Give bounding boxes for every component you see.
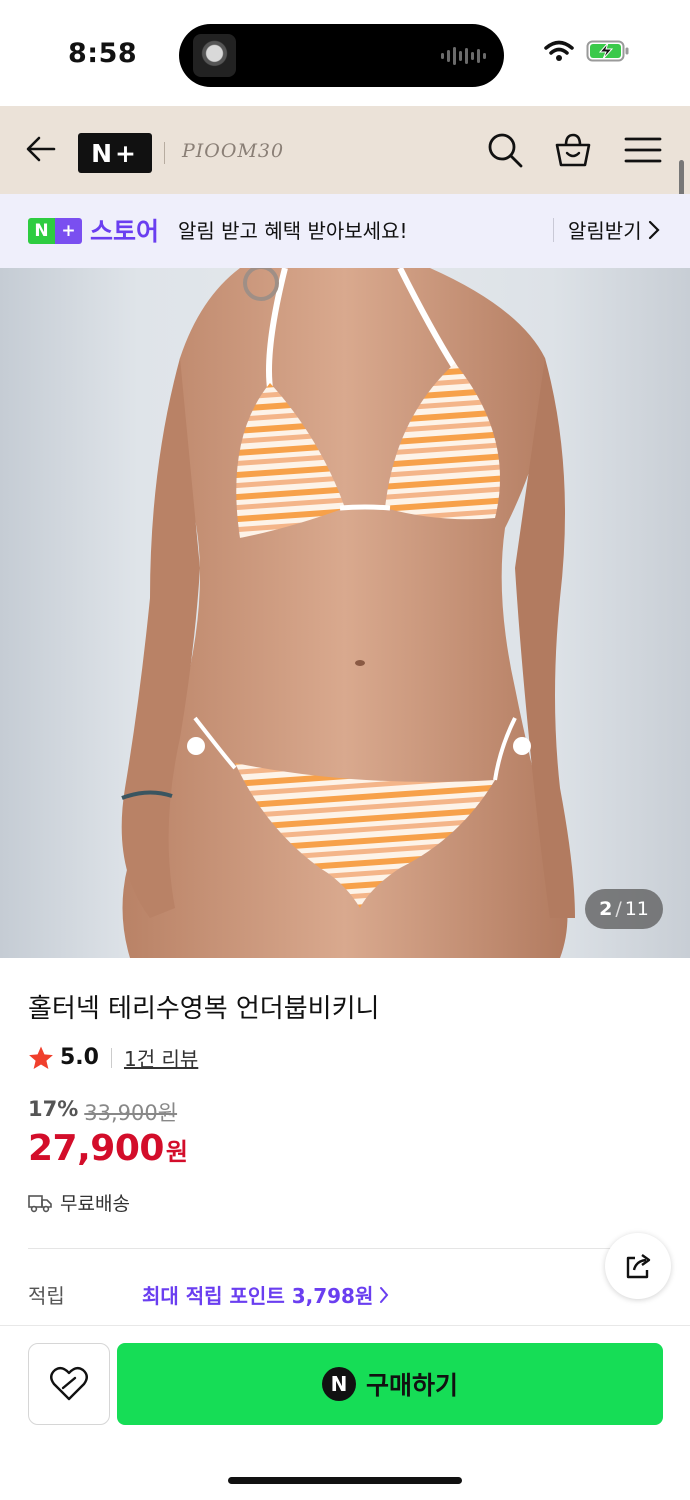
star-icon [29,1046,53,1069]
share-icon [626,1254,651,1279]
rating-divider [110,1047,112,1068]
wishlist-button[interactable] [28,1343,110,1425]
points-row[interactable]: 적립 최대 적립 포인트 3,798원 [28,1280,389,1309]
truck-icon [28,1194,52,1212]
battery-charging-icon [586,40,629,62]
share-button[interactable] [605,1233,671,1299]
status-icons [544,40,630,62]
promo-message: 알림 받고 혜택 받아보세요! [178,219,408,243]
chevron-right-icon [380,1286,389,1303]
original-price: 33,900원 [84,1101,178,1125]
hamburger-menu-icon[interactable] [624,131,662,169]
promo-store-label: 스토어 [90,217,160,246]
image-counter: 2/11 [585,889,663,929]
review-count-link[interactable]: 1건 리뷰 [124,1043,198,1072]
audio-waveform-icon [441,46,486,66]
product-photo [121,268,575,958]
section-divider [28,1248,662,1249]
status-bar: 8:58 [0,0,690,106]
badge-plus: + [55,218,82,244]
badge-n: N [28,218,55,244]
heart-icon [50,1366,88,1401]
price-unit: 원 [165,1138,189,1166]
shipping-label: 무료배송 [60,1193,130,1215]
bottom-action-bar: N 구매하기 [0,1325,690,1500]
promo-divider [553,218,554,242]
max-points-value: 최대 적립 포인트 3,798원 [142,1284,374,1308]
wifi-icon [544,40,574,61]
naver-pay-icon: N [321,1367,356,1401]
chevron-right-icon [648,220,660,239]
shipping-info: 무료배송 [28,1189,130,1216]
subscribe-alert-label: 알림받기 [568,219,642,243]
sale-price: 27,900 [28,1128,164,1169]
shopping-bag-icon[interactable] [554,131,592,169]
now-playing-artwork [193,34,236,77]
notification-banner[interactable]: N + 스토어 알림 받고 혜택 받아보세요! 알림받기 [0,194,690,268]
rating-row: 5.0 1건 리뷰 [28,1043,198,1072]
buy-button[interactable]: N 구매하기 [117,1343,663,1425]
home-indicator[interactable] [228,1477,462,1484]
discount-rate: 17% [28,1097,79,1121]
rating-value: 5.0 [60,1045,99,1070]
sale-price-row: 27,900 원 [28,1128,188,1169]
discount-row: 17% 33,900원 [28,1097,177,1127]
product-title: 홀터넥 테리수영복 언더붑비키니 [28,994,380,1024]
app-header: N+ PIOOM30 [0,106,690,194]
status-time: 8:58 [68,38,138,69]
points-label: 적립 [28,1284,65,1308]
n-plus-badge: N + [28,218,82,244]
product-image-carousel[interactable]: 2/11 [0,268,690,958]
back-arrow-icon[interactable] [24,132,58,166]
n-plus-logo[interactable]: N+ [78,133,152,173]
header-divider [164,142,165,164]
search-icon[interactable] [486,131,524,169]
buy-button-label: 구매하기 [365,1371,458,1400]
subscribe-alert-button[interactable]: 알림받기 [568,215,660,244]
image-counter-current: 2 [599,898,613,920]
dynamic-island[interactable] [179,24,504,87]
image-counter-total: 11 [624,898,649,920]
store-name[interactable]: PIOOM30 [182,140,284,162]
max-points-link[interactable]: 최대 적립 포인트 3,798원 [142,1280,389,1309]
